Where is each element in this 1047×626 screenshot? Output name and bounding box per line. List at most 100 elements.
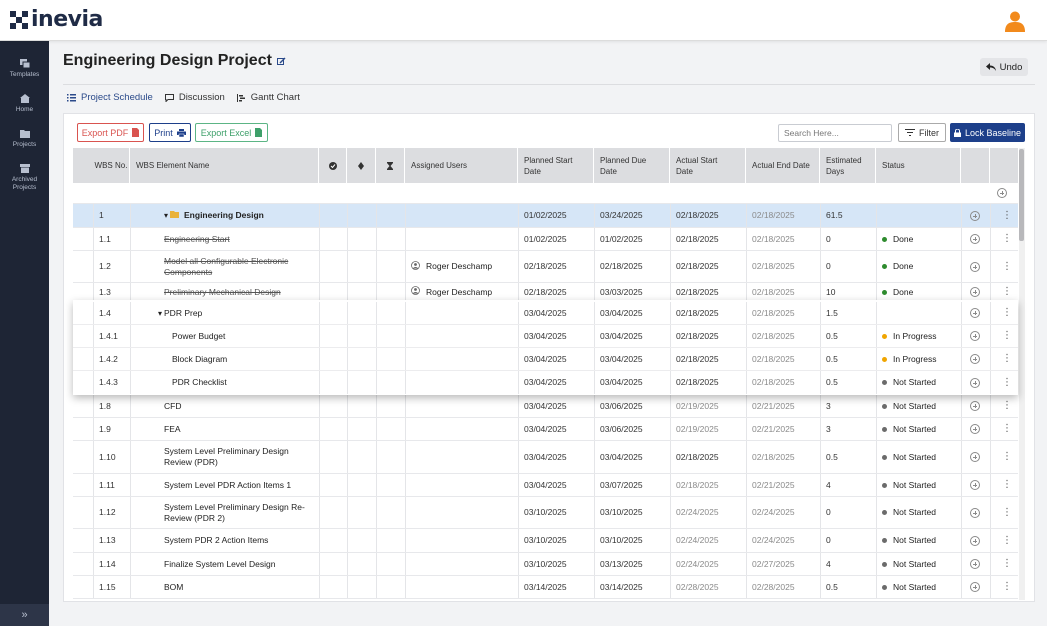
- export-excel-button[interactable]: Export Excel: [195, 123, 268, 142]
- undo-button[interactable]: Undo: [980, 58, 1028, 76]
- add-subtask-button[interactable]: [970, 371, 980, 394]
- assigned-user[interactable]: Roger Deschamp: [405, 251, 492, 282]
- table-row[interactable]: 1 ▾ Engineering Design 01/02/2025 03/24/2025…: [73, 204, 1018, 228]
- table-row[interactable]: 1.10 System Level Preliminary Design Revi…: [73, 441, 1018, 474]
- sidebar-item-home[interactable]: Home: [0, 94, 49, 114]
- add-row-button[interactable]: [997, 183, 1007, 203]
- edit-icon[interactable]: [276, 57, 286, 66]
- add-subtask-button[interactable]: [970, 418, 980, 440]
- add-subtask-button[interactable]: [970, 474, 980, 496]
- wbs-element-name[interactable]: System Level PDR Action Items 1: [164, 474, 315, 496]
- table-row[interactable]: 1.8 CFD 03/04/2025 03/06/2025 02/19/2025 02/2…: [73, 395, 1018, 418]
- wbs-element-name[interactable]: Engineering Start: [164, 228, 315, 250]
- row-menu-button[interactable]: ⋮: [1002, 228, 1012, 250]
- user-avatar-icon[interactable]: [1003, 9, 1027, 33]
- col-assigned-users[interactable]: Assigned Users: [405, 148, 518, 183]
- table-row[interactable]: 1.15 BOM 03/14/2025 03/14/2025 02/28/2025 02/…: [73, 576, 1018, 599]
- wbs-element-name[interactable]: Finalize System Level Design: [164, 553, 315, 575]
- table-row[interactable]: 1.4 ▾ PDR Prep 03/04/2025 03/04/2025 02/18/20…: [73, 302, 1018, 325]
- sidebar-item-templates[interactable]: Templates: [0, 59, 49, 79]
- add-subtask-button[interactable]: [970, 348, 980, 370]
- col-milestone[interactable]: [347, 148, 376, 183]
- col-estimated-days[interactable]: Estimated Days: [820, 148, 876, 183]
- assigned-user[interactable]: Roger Deschamp: [405, 283, 492, 301]
- row-menu-button[interactable]: ⋮: [1002, 283, 1012, 301]
- caret-down-icon[interactable]: ▾: [158, 308, 162, 319]
- wbs-element-name[interactable]: BOM: [164, 576, 315, 598]
- row-menu-button[interactable]: ⋮: [1002, 418, 1012, 440]
- add-subtask-button[interactable]: [970, 228, 980, 250]
- table-row[interactable]: 1.13 System PDR 2 Action Items 03/10/2025 0…: [73, 529, 1018, 553]
- row-menu-button[interactable]: ⋮: [1002, 576, 1012, 598]
- wbs-element-name[interactable]: Block Diagram: [172, 348, 315, 370]
- row-menu-button[interactable]: ⋮: [1002, 497, 1012, 528]
- lock-baseline-button[interactable]: Lock Baseline: [950, 123, 1025, 142]
- wbs-element-name[interactable]: Power Budget: [172, 325, 315, 347]
- table-row[interactable]: 1.1 Engineering Start 01/02/2025 01/02/2025…: [73, 228, 1018, 251]
- scrollbar-thumb[interactable]: [1019, 149, 1024, 241]
- col-planned-due-date[interactable]: Planned Due Date: [594, 148, 670, 183]
- add-subtask-button[interactable]: [970, 325, 980, 347]
- col-actual-start-date[interactable]: Actual Start Date: [670, 148, 746, 183]
- wbs-element-name[interactable]: Preliminary Mechanical Design: [164, 283, 315, 301]
- add-subtask-button[interactable]: [970, 395, 980, 417]
- add-subtask-button[interactable]: [970, 441, 980, 473]
- tab-discussion[interactable]: Discussion: [164, 92, 225, 103]
- add-subtask-button[interactable]: [970, 529, 980, 552]
- table-row[interactable]: 1.11 System Level PDR Action Items 1 03/04…: [73, 474, 1018, 497]
- table-row[interactable]: 1.4.1 Power Budget 03/04/2025 03/04/2025 02/…: [73, 325, 1018, 348]
- wbs-element-name[interactable]: System PDR 2 Action Items: [164, 529, 315, 552]
- wbs-element-name[interactable]: ▾ PDR Prep: [158, 302, 315, 324]
- planned-due-date: 03/04/2025: [600, 307, 643, 318]
- row-menu-button[interactable]: ⋮: [1002, 251, 1012, 282]
- search-input[interactable]: Search Here...: [778, 124, 892, 142]
- wbs-element-name[interactable]: CFD: [164, 395, 315, 417]
- add-subtask-button[interactable]: [970, 497, 980, 528]
- table-row[interactable]: 1.12 System Level Preliminary Design Re-R…: [73, 497, 1018, 529]
- add-subtask-button[interactable]: [970, 553, 980, 575]
- wbs-element-name[interactable]: System Level Preliminary Design Review (…: [164, 441, 315, 473]
- row-menu-button[interactable]: ⋮: [1002, 302, 1012, 324]
- col-wbs-no[interactable]: WBS No.: [93, 148, 130, 183]
- table-row[interactable]: 1.4.2 Block Diagram 03/04/2025 03/04/2025 02…: [73, 348, 1018, 371]
- sidebar-item-projects[interactable]: Projects: [0, 129, 49, 149]
- wbs-element-name[interactable]: ▾ Engineering Design: [164, 204, 315, 227]
- col-duration[interactable]: [376, 148, 405, 183]
- caret-down-icon[interactable]: ▾: [164, 210, 168, 221]
- table-row[interactable]: 1.4.3 PDR Checklist 03/04/2025 03/04/2025 02…: [73, 371, 1018, 394]
- add-subtask-button[interactable]: [970, 283, 980, 301]
- table-row[interactable]: 1.9 FEA 03/04/2025 03/06/2025 02/19/2025 02/2…: [73, 418, 1018, 441]
- table-row[interactable]: 1.2 Model all Configurable Electronic Com…: [73, 251, 1018, 283]
- filter-button[interactable]: Filter: [898, 123, 946, 142]
- add-subtask-button[interactable]: [970, 302, 980, 324]
- row-menu-button[interactable]: ⋮: [1002, 395, 1012, 417]
- sidebar-item-archived-projects[interactable]: Archived Projects: [0, 164, 49, 192]
- row-menu-button[interactable]: ⋮: [1002, 325, 1012, 347]
- add-subtask-button[interactable]: [970, 576, 980, 598]
- col-actual-end-date[interactable]: Actual End Date: [746, 148, 820, 183]
- print-button[interactable]: Print: [149, 123, 191, 142]
- wbs-element-name[interactable]: Model all Configurable Electronic Compon…: [164, 251, 315, 282]
- add-subtask-button[interactable]: [970, 204, 980, 227]
- col-complete[interactable]: [319, 148, 347, 183]
- tab-gantt-chart[interactable]: Gantt Chart: [236, 92, 300, 103]
- row-menu-button[interactable]: ⋮: [1002, 529, 1012, 552]
- tab-project-schedule[interactable]: Project Schedule: [67, 92, 153, 103]
- table-row[interactable]: 1.14 Finalize System Level Design 03/10/20…: [73, 553, 1018, 576]
- col-status[interactable]: Status: [876, 148, 961, 183]
- col-planned-start-date[interactable]: Planned Start Date: [518, 148, 594, 183]
- wbs-element-name[interactable]: PDR Checklist: [172, 371, 315, 394]
- add-subtask-button[interactable]: [970, 251, 980, 282]
- row-menu-button[interactable]: ⋮: [1002, 441, 1012, 473]
- row-menu-button[interactable]: ⋮: [1002, 553, 1012, 575]
- wbs-element-name[interactable]: System Level Preliminary Design Re-Revie…: [164, 497, 315, 528]
- row-menu-button[interactable]: ⋮: [1002, 371, 1012, 394]
- export-pdf-button[interactable]: Export PDF: [77, 123, 144, 142]
- app-logo[interactable]: inevia: [10, 7, 103, 32]
- wbs-element-name[interactable]: FEA: [164, 418, 315, 440]
- row-menu-button[interactable]: ⋮: [1002, 348, 1012, 370]
- row-menu-button[interactable]: ⋮: [1002, 474, 1012, 496]
- row-menu-button[interactable]: ⋮: [1002, 204, 1012, 227]
- sidebar-collapse-button[interactable]: »: [0, 604, 49, 626]
- col-wbs-element-name[interactable]: WBS Element Name: [130, 148, 319, 183]
